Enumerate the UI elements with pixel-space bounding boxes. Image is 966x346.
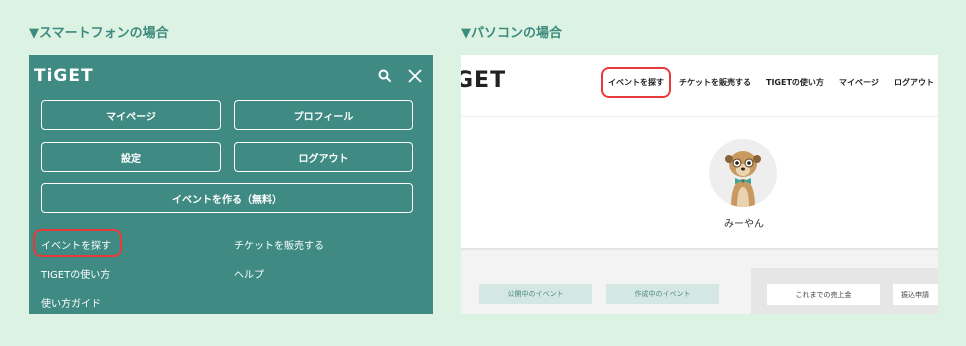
profile-button[interactable]: プロフィール: [234, 100, 413, 130]
sell-tickets-link[interactable]: チケットを販売する: [234, 237, 324, 252]
avatar[interactable]: [709, 139, 777, 207]
username: みーやん: [724, 219, 764, 230]
pc-section-label: ▼パソコンの場合: [461, 26, 562, 41]
help-link[interactable]: ヘルプ: [234, 266, 264, 281]
sales-button[interactable]: これまでの売上金: [767, 284, 880, 305]
guide-link[interactable]: 使い方ガイド: [41, 295, 101, 310]
header-divider: [461, 116, 938, 117]
logout-button[interactable]: ログアウト: [234, 142, 413, 172]
pc-page-screenshot: GET イベントを探す チケットを販売する TIGETの使い方 マイページ ログ…: [461, 55, 938, 314]
search-icon[interactable]: [377, 68, 393, 84]
nav-sell-tickets[interactable]: チケットを販売する: [679, 77, 751, 88]
smartphone-section-label: ▼スマートフォンの場合: [29, 26, 169, 41]
meerkat-avatar-icon: [725, 151, 761, 207]
transfer-request-button[interactable]: 振込申請: [893, 284, 938, 305]
mypage-button[interactable]: マイページ: [41, 100, 221, 130]
find-event-highlight-pc: [601, 67, 671, 98]
tab-public-events[interactable]: 公開中のイベント: [479, 284, 592, 304]
nav-how-to-use[interactable]: TIGETの使い方: [766, 77, 824, 88]
nav-mypage[interactable]: マイページ: [839, 77, 879, 88]
smartphone-menu-screenshot: TiGET マイページ プロフィール 設定 ログアウト イベントを作る（無料） …: [29, 55, 433, 314]
tiget-logo-pc[interactable]: GET: [461, 68, 506, 93]
create-event-button[interactable]: イベントを作る（無料）: [41, 183, 413, 213]
close-icon[interactable]: [407, 68, 423, 84]
nav-logout[interactable]: ログアウト: [894, 77, 934, 88]
settings-button[interactable]: 設定: [41, 142, 221, 172]
find-event-highlight: [33, 229, 122, 257]
tiget-logo[interactable]: TiGET: [34, 66, 94, 86]
tab-draft-events[interactable]: 作成中のイベント: [606, 284, 719, 304]
how-to-use-link[interactable]: TIGETの使い方: [41, 266, 110, 281]
